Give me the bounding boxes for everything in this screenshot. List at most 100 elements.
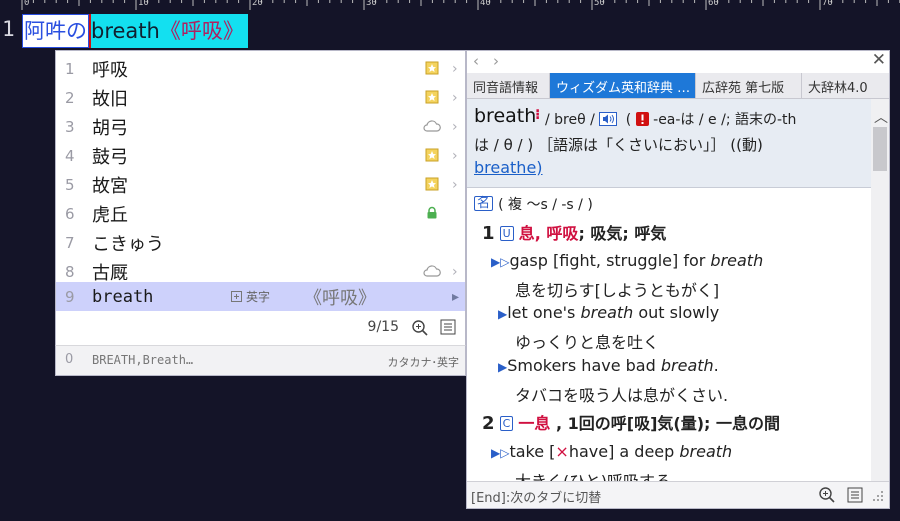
footer-number: 0 — [65, 352, 74, 367]
candidate-number: 8 — [65, 262, 75, 281]
candidate-text: breath — [92, 286, 154, 307]
candidate-number: 9 — [65, 287, 75, 306]
chevron-right-icon[interactable]: › — [452, 264, 458, 280]
example-1-en: ▶▷gasp [fight, struggle] for breath — [491, 251, 764, 270]
candidate-item[interactable]: 6 虎丘 — [56, 199, 465, 228]
dictionary-status-bar: [End]:次のタブに切替 — [467, 481, 889, 508]
candidate-number: 7 — [65, 233, 75, 252]
chevron-right-icon[interactable]: › — [452, 177, 458, 193]
ime-segment-converted[interactable]: 阿吽の — [22, 14, 89, 48]
ruler-label: 40 — [480, 0, 491, 8]
noun-label: 名 ( 複 ～s / -s / ) — [474, 194, 593, 214]
sense-2: 2 C 一息 , 1回の呼[吸]気(量); 一息の間 — [482, 413, 780, 434]
play-icon: ▶ — [498, 307, 508, 321]
headword: breath — [474, 105, 537, 127]
play-icon: ▶▷ — [491, 446, 510, 460]
sense-1: 1 U 息, 呼吸; 吸気; 呼気 — [482, 223, 667, 244]
candidate-item[interactable]: 4 鼓弓 › — [56, 141, 465, 170]
candidate-item[interactable]: 3 胡弓 › — [56, 112, 465, 141]
candidate-text: 古厩 — [92, 262, 128, 284]
warning-icon — [635, 112, 649, 126]
dictionary-panel: ‹ › ✕ 同音語情報 ウィズダム英和辞典 … 広辞苑 第七版 大辞林4.0 b… — [466, 50, 890, 509]
chevron-right-icon[interactable]: › — [452, 61, 458, 77]
play-icon: ▶▷ — [491, 255, 510, 269]
candidate-text: 虎丘 — [92, 204, 128, 226]
tab-daijirin[interactable]: 大辞林4.0 — [802, 73, 882, 98]
lock-icon — [427, 206, 437, 219]
candidate-tag: 英字 — [231, 288, 270, 305]
example-1-jp: 息を切らす[しようともがく] — [515, 281, 720, 300]
line-number: 1 — [2, 17, 15, 41]
candidate-text: 故旧 — [92, 88, 128, 110]
chevron-right-icon[interactable]: › — [452, 148, 458, 164]
dictionary-toolbar: ‹ › ✕ — [467, 51, 889, 73]
status-hint: [End]:次のタブに切替 — [471, 491, 602, 506]
tab-kojien[interactable]: 広辞苑 第七版 — [696, 73, 802, 98]
dictionary-tabs: 同音語情報 ウィズダム英和辞典 … 広辞苑 第七版 大辞林4.0 — [467, 73, 889, 99]
back-arrow-icon[interactable]: ‹ — [473, 52, 479, 70]
example-2-en: ▶let one's breath out slowly — [498, 303, 720, 322]
scrollbar[interactable]: ︿ ﹀ — [871, 99, 889, 508]
bookmark-icon — [425, 61, 439, 75]
candidate-text: 故宮 — [92, 175, 128, 197]
chevron-right-icon[interactable]: › — [452, 119, 458, 135]
tab-homophones[interactable]: 同音語情報 — [467, 73, 550, 98]
related-word-link[interactable]: breathe) — [474, 158, 543, 177]
chevron-right-icon[interactable]: › — [452, 90, 458, 106]
candidate-reading: 《呼吸》 — [304, 287, 376, 309]
candidate-item[interactable]: 1 呼吸 › — [56, 54, 465, 83]
ruler-label: 20 — [252, 0, 263, 8]
forward-arrow-icon[interactable]: › — [493, 52, 499, 70]
candidate-tag-label: 英字 — [246, 290, 271, 304]
example-2-jp: ゆっくりと息を吐く — [515, 333, 660, 352]
candidate-number: 6 — [65, 204, 75, 223]
candidate-text: こきゅう — [92, 233, 164, 255]
ime-segment-reading: 《呼吸》 — [159, 19, 244, 43]
list-icon[interactable] — [847, 487, 863, 503]
bookmark-icon — [425, 90, 439, 104]
candidate-item-selected[interactable]: 9 breath 英字 《呼吸》 ▸ — [56, 282, 465, 311]
audio-icon[interactable] — [599, 112, 618, 126]
triangle-right-icon[interactable]: ▸ — [452, 289, 459, 305]
candidate-item[interactable]: 5 故宮 › — [56, 170, 465, 199]
ime-composition[interactable]: 阿吽の breath 《呼吸》 — [22, 14, 248, 48]
candidate-number: 3 — [65, 117, 75, 136]
candidate-text: 胡弓 — [92, 117, 128, 139]
close-icon[interactable]: ✕ — [872, 51, 886, 70]
scroll-up-icon[interactable]: ︿ — [874, 107, 888, 127]
example-3-en: ▶Smokers have bad breath. — [498, 356, 719, 375]
candidate-text: 呼吸 — [92, 59, 128, 81]
ruler-label: 10 — [138, 0, 149, 8]
ime-segment-english: breath — [91, 19, 160, 43]
candidate-number: 4 — [65, 146, 75, 165]
footer-candidate-text: BREATH,Breath… — [92, 353, 194, 367]
candidate-number: 5 — [65, 175, 75, 194]
entry-body: 名 ( 複 ～s / -s / ) 1 U 息, 呼吸; 吸気; 呼気 ▶▷ga… — [467, 188, 871, 488]
zoom-icon[interactable] — [818, 486, 836, 504]
candidate-window: 1 呼吸 › 2 故旧 › 3 胡弓 › 4 鼓弓 › 5 故宮 › 6 虎丘 … — [55, 50, 466, 376]
list-icon[interactable] — [440, 319, 456, 335]
expand-icon — [231, 291, 242, 302]
candidate-item[interactable]: 7 こきゅう — [56, 228, 465, 257]
bookmark-icon — [425, 148, 439, 162]
ruler-label: 0 — [24, 0, 30, 8]
resize-grip-icon[interactable] — [872, 490, 884, 502]
entry-header: breath ⁝ / breθ / ( -ea-は / e /; 語末の-th … — [467, 99, 871, 188]
ruler-label: 30 — [366, 0, 377, 8]
ime-segment-active[interactable]: breath 《呼吸》 — [89, 14, 248, 48]
headword-pronunciation: / breθ / ( -ea-は / e /; 語末の-th — [545, 112, 797, 128]
candidate-item[interactable]: 2 故旧 › — [56, 83, 465, 112]
ruler-label: 70 — [822, 0, 833, 8]
scroll-thumb[interactable] — [873, 127, 887, 171]
tab-wisdom[interactable]: ウィズダム英和辞典 … — [550, 73, 696, 98]
cloud-icon — [423, 120, 441, 132]
example-3-jp: タバコを吸う人は息がくさい. — [515, 386, 729, 405]
syllable-mark-icon: ⁝ — [535, 107, 541, 123]
bookmark-icon — [425, 177, 439, 191]
candidate-footer[interactable]: 0 BREATH,Breath… カタカナ･英字 — [55, 345, 466, 376]
ruler-label: 60 — [708, 0, 719, 8]
candidate-text: 鼓弓 — [92, 146, 128, 168]
play-icon: ▶ — [498, 360, 508, 374]
entry-etymology: は / θ / ) ［語源は「くさいにおい」］ ((動) — [474, 136, 763, 154]
zoom-icon[interactable] — [411, 319, 429, 337]
